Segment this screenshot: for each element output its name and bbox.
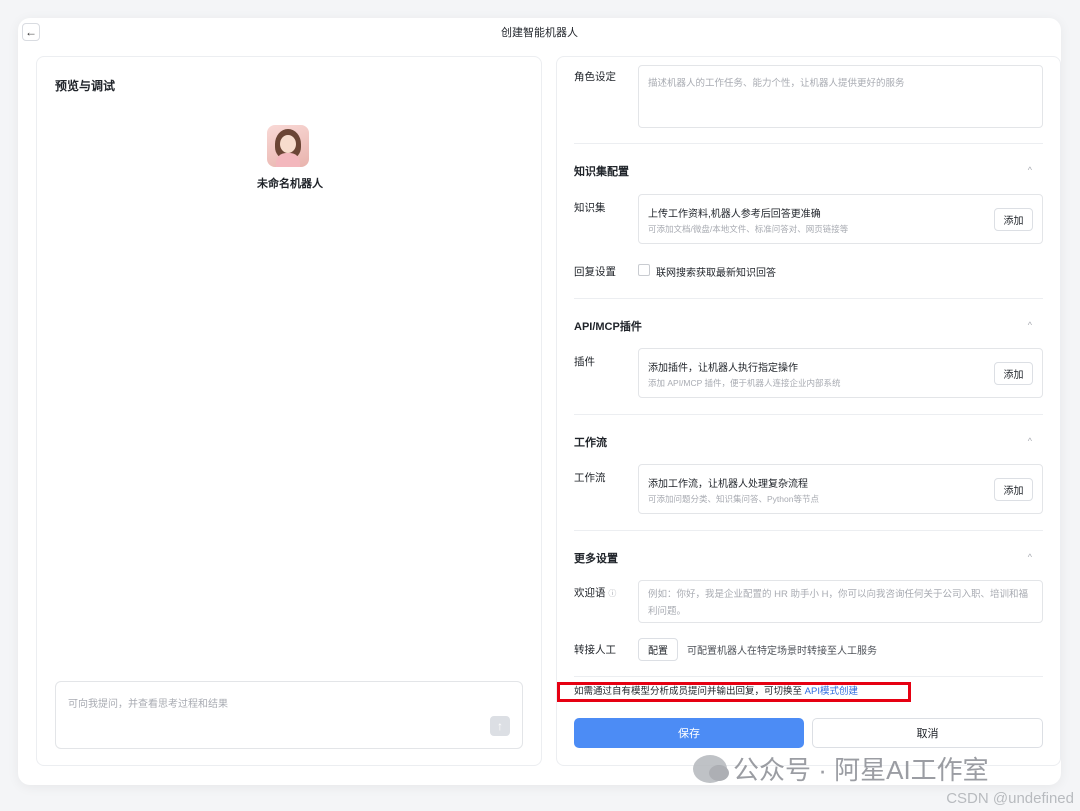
divider xyxy=(574,143,1043,144)
add-knowledge-button[interactable]: 添加 xyxy=(994,208,1033,231)
more-settings-section-title: 更多设置 xyxy=(574,553,618,565)
plugin-section-title: API/MCP插件 xyxy=(574,321,642,333)
role-textarea[interactable]: 描述机器人的工作任务、能力个性，让机器人提供更好的服务 xyxy=(638,65,1043,128)
knowledge-card-title: 上传工作资料,机器人参考后回答更准确 xyxy=(648,209,821,220)
create-bot-window: ← 创建智能机器人 预览与调试 未命名机器人 可向我提问，并查看思考过程和结果 … xyxy=(18,18,1061,785)
reply-settings-label: 回复设置 xyxy=(574,266,616,278)
transfer-label: 转接人工 xyxy=(574,644,616,656)
notice-text: 如需通过自有模型分析成员提问并输出回复，可切换至 xyxy=(574,686,803,697)
divider xyxy=(574,530,1043,531)
collapse-caret-icon[interactable]: ^ xyxy=(1028,165,1032,175)
avatar-face xyxy=(280,135,296,153)
knowledge-card-subtitle: 可添加文档/微盘/本地文件、标准问答对、网页链接等 xyxy=(648,224,849,234)
csdn-watermark: CSDN @undefined xyxy=(946,790,1074,807)
welcome-label-text: 欢迎语 xyxy=(574,587,606,599)
collapse-caret-icon[interactable]: ^ xyxy=(1028,552,1032,562)
workflow-card-title: 添加工作流，让机器人处理复杂流程 xyxy=(648,479,808,490)
bot-avatar xyxy=(267,125,309,167)
add-plugin-button[interactable]: 添加 xyxy=(994,362,1033,385)
workflow-card-subtitle: 可添加问题分类、知识集问答、Python等节点 xyxy=(648,494,819,504)
add-workflow-button[interactable]: 添加 xyxy=(994,478,1033,501)
preview-title: 预览与调试 xyxy=(55,79,116,93)
role-label: 角色设定 xyxy=(574,71,616,83)
save-button[interactable]: 保存 xyxy=(574,718,804,748)
collapse-caret-icon[interactable]: ^ xyxy=(1028,436,1032,446)
workflow-section-title: 工作流 xyxy=(574,437,607,449)
web-search-label: 联网搜索获取最新知识回答 xyxy=(656,268,776,279)
wechat-icon xyxy=(693,754,729,783)
transfer-config-button[interactable]: 配置 xyxy=(638,638,678,661)
divider xyxy=(574,676,1043,677)
watermark-text: 公众号 · 阿星AI工作室 xyxy=(733,755,989,785)
cancel-button[interactable]: 取消 xyxy=(812,718,1043,748)
knowledge-section-title: 知识集配置 xyxy=(574,166,629,178)
plugin-label: 插件 xyxy=(574,356,595,368)
workflow-label: 工作流 xyxy=(574,472,606,484)
info-icon[interactable]: ⓘ xyxy=(608,589,616,598)
api-mode-notice: 如需通过自有模型分析成员提问并输出回复，可切换至 API模式创建 xyxy=(557,682,911,702)
chat-placeholder: 可向我提问，并查看思考过程和结果 xyxy=(68,699,228,710)
page-title: 创建智能机器人 xyxy=(501,27,578,39)
plugin-card-title: 添加插件，让机器人执行指定操作 xyxy=(648,363,798,374)
divider xyxy=(574,298,1043,299)
preview-panel: 预览与调试 未命名机器人 可向我提问，并查看思考过程和结果 ↑ xyxy=(36,56,542,766)
web-search-checkbox[interactable] xyxy=(638,264,650,276)
config-panel: 角色设定 描述机器人的工作任务、能力个性，让机器人提供更好的服务 知识集配置 ^… xyxy=(556,56,1061,766)
plugin-card: 添加插件，让机器人执行指定操作 添加 API/MCP 插件，便于机器人连接企业内… xyxy=(638,348,1043,398)
knowledge-card: 上传工作资料,机器人参考后回答更准确 可添加文档/微盘/本地文件、标准问答对、网… xyxy=(638,194,1043,244)
collapse-caret-icon[interactable]: ^ xyxy=(1028,320,1032,330)
workflow-card: 添加工作流，让机器人处理复杂流程 可添加问题分类、知识集问答、Python等节点… xyxy=(638,464,1043,514)
transfer-description: 可配置机器人在特定场景时转接至人工服务 xyxy=(687,646,877,657)
api-mode-link[interactable]: API模式创建 xyxy=(805,686,858,697)
plugin-card-subtitle: 添加 API/MCP 插件，便于机器人连接企业内部系统 xyxy=(648,378,841,388)
wechat-watermark: 公众号 · 阿星AI工作室 xyxy=(693,750,989,787)
chat-input[interactable]: 可向我提问，并查看思考过程和结果 ↑ xyxy=(55,681,523,749)
welcome-label: 欢迎语 ⓘ xyxy=(574,585,616,600)
knowledge-label: 知识集 xyxy=(574,202,606,214)
top-bar: ← 创建智能机器人 xyxy=(18,18,1061,48)
divider xyxy=(574,414,1043,415)
welcome-textarea[interactable]: 例如：你好，我是企业配置的 HR 助手小 H，你可以向我咨询任何关于公司入职、培… xyxy=(638,580,1043,623)
avatar-body xyxy=(276,153,300,167)
send-icon[interactable]: ↑ xyxy=(490,716,510,736)
bot-name: 未命名机器人 xyxy=(257,178,323,190)
